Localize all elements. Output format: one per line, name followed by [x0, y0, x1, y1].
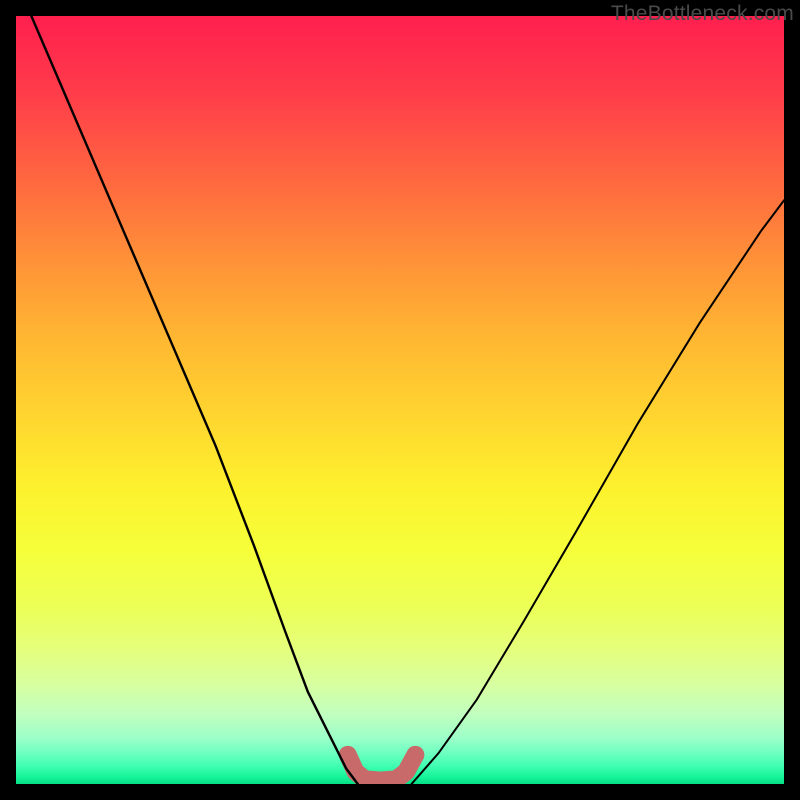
floor-marker-path	[348, 755, 416, 781]
watermark-text: TheBottleneck.com	[611, 2, 794, 26]
chart-frame: TheBottleneck.com	[0, 0, 800, 800]
curve-layer	[16, 16, 784, 784]
left-curve-path	[31, 16, 357, 784]
right-curve-path	[412, 200, 784, 784]
plot-area	[16, 16, 784, 784]
